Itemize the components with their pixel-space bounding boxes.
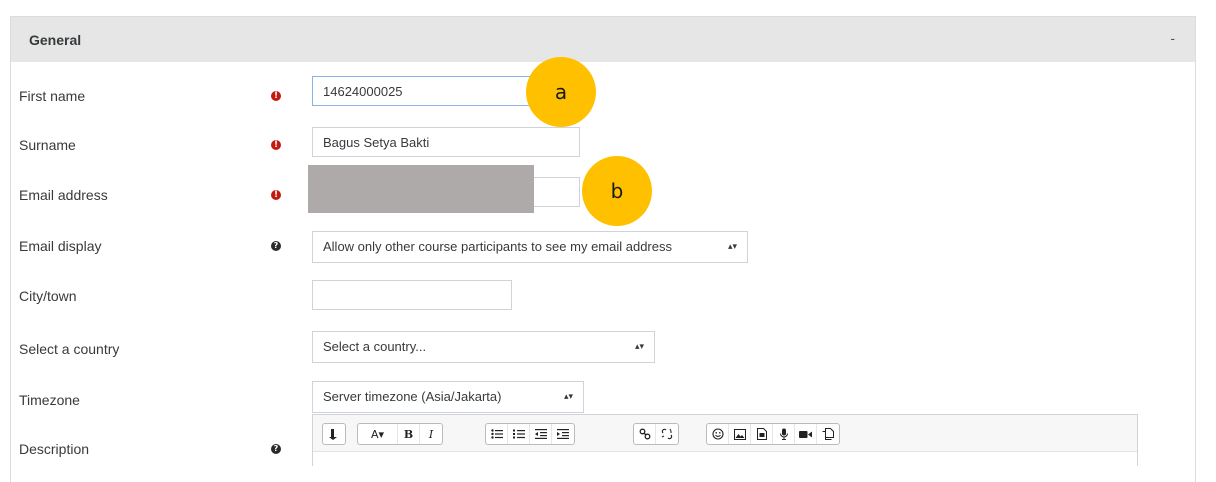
section-title: General: [29, 32, 82, 48]
redaction-box: [308, 165, 534, 213]
email-display-label: Email display: [19, 238, 102, 254]
collapse-arrow-icon: [329, 428, 339, 440]
required-icon[interactable]: !: [271, 190, 281, 200]
toolbar-collapse-button[interactable]: [323, 424, 345, 444]
required-icon[interactable]: !: [271, 91, 281, 101]
unordered-list-button[interactable]: [486, 424, 508, 444]
indent-button[interactable]: [552, 424, 574, 444]
record-video-button[interactable]: [795, 424, 817, 444]
manage-files-icon: [822, 428, 834, 440]
email-display-selected: Allow only other course participants to …: [323, 239, 672, 254]
toolbar-group-lists: [485, 423, 575, 445]
select-arrows-icon: ▴▾: [727, 242, 737, 252]
video-camera-icon: [799, 430, 812, 439]
ordered-list-icon: [512, 429, 525, 439]
country-select[interactable]: Select a country... ▴▾: [312, 331, 655, 363]
link-icon: [639, 428, 651, 440]
country-label: Select a country: [19, 341, 120, 357]
emoticon-icon: [711, 428, 724, 440]
collapse-toggle[interactable]: -: [1170, 30, 1175, 46]
toolbar-group-links: [633, 423, 679, 445]
manage-files-button[interactable]: [817, 424, 839, 444]
outdent-icon: [534, 429, 547, 439]
city-input[interactable]: [312, 280, 512, 310]
select-arrows-icon: ▴▾: [634, 342, 644, 352]
font-color-button[interactable]: A▾: [358, 424, 398, 444]
description-label: Description: [19, 441, 90, 457]
email-address-label: Email address: [19, 187, 108, 203]
city-label: City/town: [19, 288, 77, 304]
unlink-button[interactable]: [656, 424, 678, 444]
help-icon[interactable]: ?: [271, 241, 281, 251]
outdent-button[interactable]: [530, 424, 552, 444]
image-icon: [733, 428, 746, 440]
section-header[interactable]: General -: [11, 17, 1195, 62]
indent-icon: [557, 429, 569, 439]
unordered-list-icon: [490, 429, 503, 439]
timezone-label: Timezone: [19, 392, 80, 408]
italic-button[interactable]: I: [420, 424, 442, 444]
select-arrows-icon: ▴▾: [563, 392, 573, 402]
microphone-icon: [779, 428, 789, 440]
timezone-selected: Server timezone (Asia/Jakarta): [323, 389, 502, 404]
record-audio-button[interactable]: [773, 424, 795, 444]
callout-a: a: [526, 57, 596, 127]
first-name-label: First name: [19, 88, 86, 104]
editor-toolbar: A▾ B I: [313, 415, 1137, 452]
emoticon-button[interactable]: [707, 424, 729, 444]
bold-button[interactable]: B: [398, 424, 420, 444]
description-editor[interactable]: A▾ B I: [312, 414, 1138, 466]
toolbar-group-format: A▾ B I: [357, 423, 443, 445]
unlink-icon: [661, 428, 673, 440]
timezone-select[interactable]: Server timezone (Asia/Jakarta) ▴▾: [312, 381, 584, 413]
toolbar-group-media: [706, 423, 840, 445]
surname-input[interactable]: [312, 127, 580, 157]
ordered-list-button[interactable]: [508, 424, 530, 444]
media-file-icon: [756, 428, 767, 440]
help-icon[interactable]: ?: [271, 444, 281, 454]
surname-label: Surname: [19, 137, 76, 153]
link-button[interactable]: [634, 424, 656, 444]
callout-b: b: [582, 156, 652, 226]
insert-image-button[interactable]: [729, 424, 751, 444]
insert-media-button[interactable]: [751, 424, 773, 444]
toolbar-group-collapse: [322, 423, 346, 445]
email-display-select[interactable]: Allow only other course participants to …: [312, 231, 748, 263]
country-selected: Select a country...: [323, 339, 427, 354]
required-icon[interactable]: !: [271, 140, 281, 150]
